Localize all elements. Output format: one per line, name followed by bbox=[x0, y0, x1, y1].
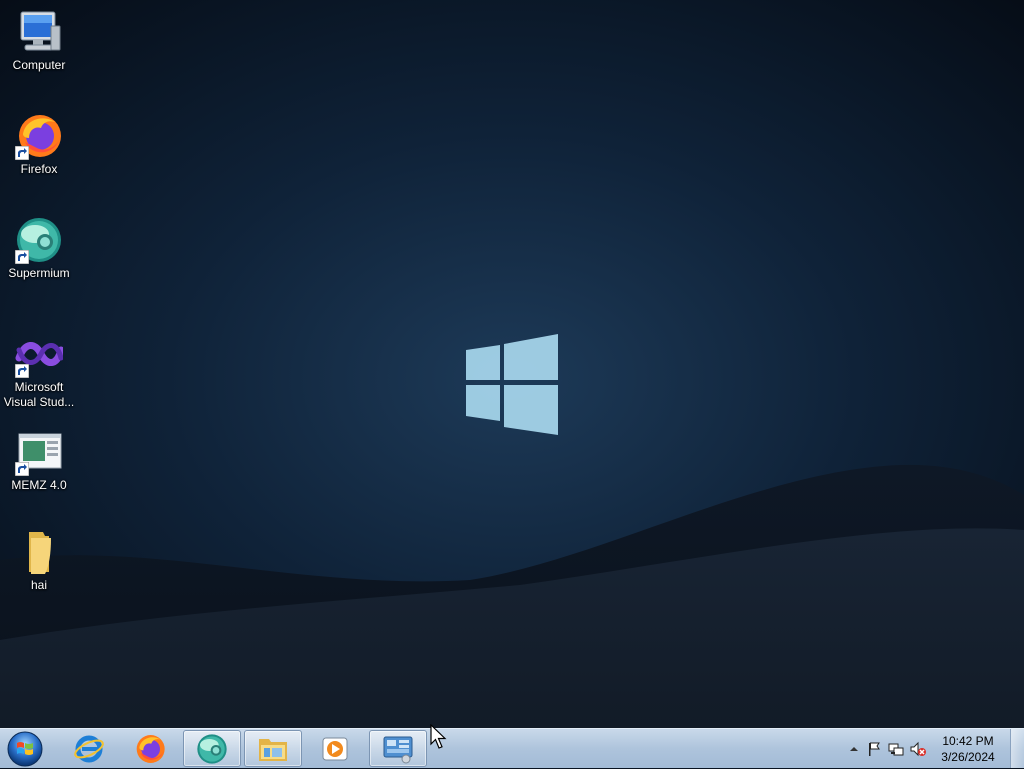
control-panel-icon bbox=[383, 736, 413, 763]
desktop-wallpaper bbox=[0, 0, 1024, 728]
supermium-icon bbox=[197, 733, 227, 764]
network-icon[interactable] bbox=[888, 741, 904, 757]
desktop-icon-label: hai bbox=[30, 578, 47, 592]
taskbar-supermium[interactable] bbox=[183, 730, 241, 767]
clock-time: 10:42 PM bbox=[942, 734, 994, 748]
desktop-icon-label: Computer bbox=[12, 58, 66, 72]
desktop-icon-supermium[interactable]: Supermium bbox=[0, 208, 78, 281]
firefox-icon bbox=[136, 734, 165, 763]
mouse-cursor-icon bbox=[430, 724, 447, 749]
taskbar-control-panel[interactable] bbox=[369, 730, 427, 767]
taskbar-internet-explorer[interactable] bbox=[60, 730, 118, 767]
desktop-icon-hai[interactable]: hai bbox=[0, 520, 78, 593]
windows-start-orb-icon bbox=[7, 731, 43, 766]
desktop-icon-visual-studio[interactable]: Microsoft Visual Stud... bbox=[0, 322, 78, 410]
computer-icon bbox=[15, 8, 63, 56]
supermium-icon bbox=[15, 216, 63, 264]
desktop-icon-computer[interactable]: Computer bbox=[0, 0, 78, 73]
clock-date: 3/26/2024 bbox=[941, 750, 995, 764]
shortcut-arrow-icon bbox=[15, 250, 29, 264]
taskbar-media-player[interactable] bbox=[306, 730, 364, 767]
shortcut-arrow-icon bbox=[15, 146, 29, 160]
volume-muted-icon[interactable] bbox=[910, 741, 926, 757]
folder-explorer-icon bbox=[259, 738, 287, 761]
folder-icon bbox=[15, 528, 63, 576]
shortcut-arrow-icon bbox=[15, 364, 29, 378]
shortcut-arrow-icon bbox=[15, 462, 29, 476]
action-center-flag-icon[interactable] bbox=[866, 741, 882, 757]
visual-studio-icon bbox=[15, 330, 65, 378]
memz-icon bbox=[15, 428, 63, 476]
clock[interactable]: 10:42 PM 3/26/2024 bbox=[936, 733, 1000, 765]
taskbar: 10:42 PM 3/26/2024 bbox=[0, 728, 1024, 768]
start-button[interactable] bbox=[4, 730, 46, 767]
show-hidden-arrow-icon[interactable] bbox=[846, 741, 862, 757]
desktop-icon-memz[interactable]: MEMZ 4.0 bbox=[0, 420, 78, 493]
desktop-icon-label: MEMZ 4.0 bbox=[11, 478, 67, 492]
desktop-icon-label: Supermium bbox=[8, 266, 70, 280]
firefox-icon bbox=[15, 112, 63, 160]
desktop-icon-firefox[interactable]: Firefox bbox=[0, 104, 78, 177]
system-tray: 10:42 PM 3/26/2024 bbox=[834, 729, 1024, 769]
internet-explorer-icon bbox=[74, 735, 104, 762]
taskbar-windows-explorer[interactable] bbox=[244, 730, 302, 767]
show-desktop-button[interactable] bbox=[1010, 729, 1024, 768]
desktop-icon-label: Firefox bbox=[20, 162, 58, 176]
desktop-icon-label: Microsoft Visual Stud... bbox=[3, 380, 75, 409]
taskbar-firefox[interactable] bbox=[121, 730, 179, 767]
media-player-icon bbox=[322, 737, 348, 760]
